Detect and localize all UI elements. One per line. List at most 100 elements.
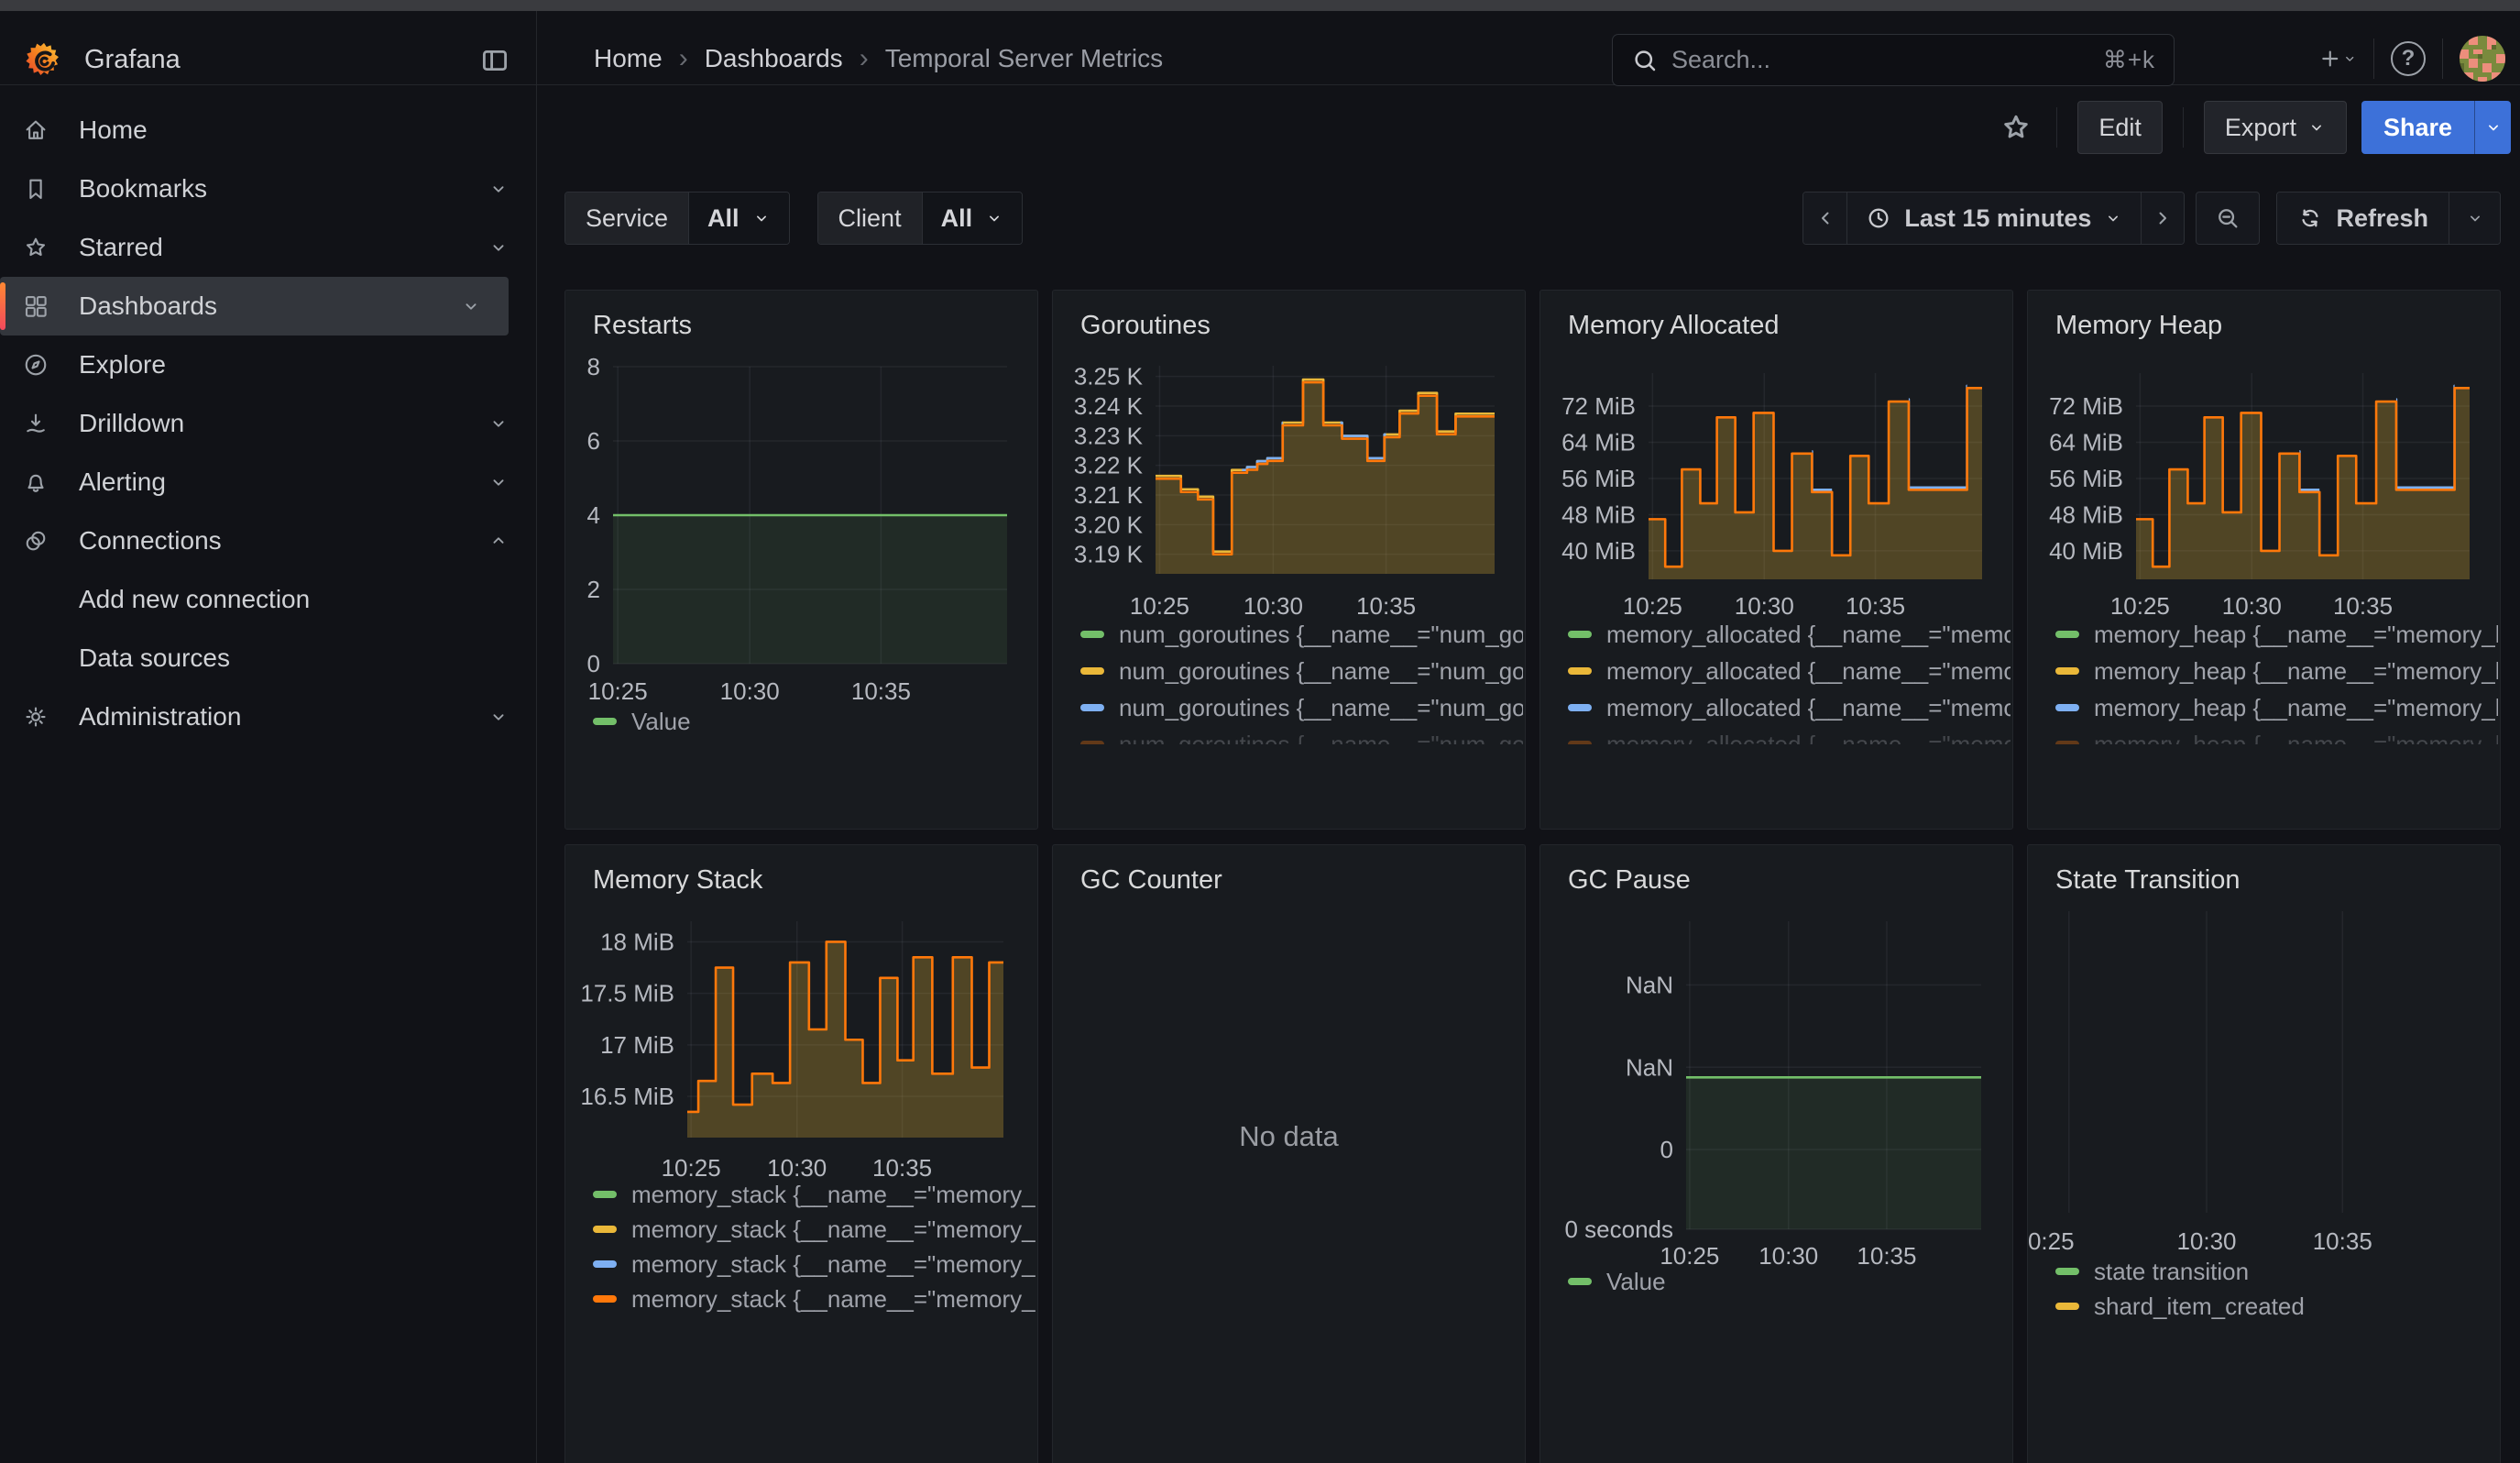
sidebar-item-home[interactable]: Home: [0, 101, 536, 160]
zoom-out-button[interactable]: [2196, 192, 2260, 245]
legend-series-label[interactable]: memory_stack {__name__="memory_s: [631, 1250, 1035, 1279]
panel-title[interactable]: Memory Heap: [2055, 311, 2222, 341]
variable-value-dropdown[interactable]: All: [689, 192, 789, 244]
sidebar-item-data-sources[interactable]: Data sources: [0, 629, 536, 688]
help-icon[interactable]: ?: [2391, 41, 2426, 76]
sidebar-item-drilldown[interactable]: Drilldown: [0, 394, 536, 453]
search-field[interactable]: [1671, 46, 2090, 74]
legend-series-label[interactable]: num_goroutines {__name__="num_go: [1119, 657, 1523, 686]
sidebar-item-dashboards[interactable]: Dashboards: [0, 277, 509, 336]
legend-item[interactable]: Value: [1568, 1263, 2011, 1300]
panel-title[interactable]: GC Counter: [1080, 865, 1222, 896]
legend-series-color[interactable]: [1080, 631, 1104, 638]
legend-item[interactable]: shard_item_created: [2055, 1289, 2498, 1324]
panel-title[interactable]: Memory Allocated: [1568, 311, 1780, 341]
legend-item[interactable]: num_goroutines {__name__="num_go: [1080, 616, 1523, 653]
export-button[interactable]: Export: [2204, 101, 2347, 154]
legend-series-label[interactable]: memory_allocated {__name__="memo: [1606, 694, 2011, 722]
legend-series-label[interactable]: memory_heap {__name__="memory_h: [2094, 657, 2498, 686]
legend-item[interactable]: num_goroutines {__name__="num_go: [1080, 653, 1523, 689]
legend-item[interactable]: memory_stack {__name__="memory_s: [593, 1247, 1035, 1282]
legend-series-label[interactable]: memory_allocated {__name__="memo: [1606, 621, 2011, 649]
legend-series-label[interactable]: memory_stack {__name__="memory_s: [631, 1181, 1035, 1209]
legend-item[interactable]: num_goroutines {__name__="num_go: [1080, 726, 1523, 744]
legend-series-color[interactable]: [1568, 631, 1592, 638]
legend-series-color[interactable]: [1080, 667, 1104, 675]
legend-series-label[interactable]: memory_stack {__name__="memory_s: [631, 1285, 1035, 1314]
legend-item[interactable]: memory_heap {__name__="memory_h: [2055, 653, 2498, 689]
breadcrumb-item-dashboards[interactable]: Dashboards: [705, 44, 843, 73]
legend-item[interactable]: memory_stack {__name__="memory_s: [593, 1282, 1035, 1316]
legend-series-label[interactable]: num_goroutines {__name__="num_go: [1119, 621, 1523, 649]
chevron-down-icon[interactable]: [461, 296, 481, 316]
chevron-up-icon[interactable]: [488, 531, 509, 551]
sidebar-toggle-icon[interactable]: [477, 42, 513, 79]
legend-series-color[interactable]: [593, 1191, 617, 1198]
legend-series-color[interactable]: [593, 1226, 617, 1233]
panel-title[interactable]: Memory Stack: [593, 865, 762, 896]
variable-service[interactable]: ServiceAll: [564, 192, 790, 245]
legend-item[interactable]: memory_stack {__name__="memory_s: [593, 1212, 1035, 1247]
panel-title[interactable]: Goroutines: [1080, 311, 1211, 341]
legend-series-color[interactable]: [1568, 1278, 1592, 1285]
variable-client[interactable]: ClientAll: [817, 192, 1024, 245]
legend-series-label[interactable]: Value: [631, 708, 691, 736]
share-button[interactable]: Share: [2361, 101, 2474, 154]
legend-series-color[interactable]: [2055, 704, 2079, 711]
panel-title[interactable]: GC Pause: [1568, 865, 1691, 896]
legend-series-color[interactable]: [2055, 741, 2079, 744]
legend-series-label[interactable]: state transition: [2094, 1258, 2249, 1286]
legend-series-color[interactable]: [2055, 1303, 2079, 1310]
sidebar-item-connections[interactable]: Connections: [0, 512, 536, 570]
legend-series-color[interactable]: [593, 1295, 617, 1303]
legend-item[interactable]: memory_allocated {__name__="memo: [1568, 726, 2011, 744]
legend-series-color[interactable]: [2055, 1268, 2079, 1275]
legend-series-color[interactable]: [1080, 741, 1104, 744]
legend-series-label[interactable]: num_goroutines {__name__="num_go: [1119, 694, 1523, 722]
sidebar-item-administration[interactable]: Administration: [0, 688, 536, 746]
chevron-down-icon[interactable]: [488, 472, 509, 492]
legend-series-color[interactable]: [1568, 667, 1592, 675]
legend-item[interactable]: num_goroutines {__name__="num_go: [1080, 689, 1523, 726]
panel-title[interactable]: Restarts: [593, 311, 692, 341]
chevron-down-icon[interactable]: [488, 413, 509, 434]
chevron-down-icon[interactable]: [488, 707, 509, 727]
time-shift-back-button[interactable]: [1803, 192, 1846, 244]
legend-series-label[interactable]: memory_heap {__name__="memory_h: [2094, 694, 2498, 722]
panel-title[interactable]: State Transition: [2055, 865, 2241, 896]
legend-series-label[interactable]: memory_heap {__name__="memory_h: [2094, 621, 2498, 649]
refresh-button[interactable]: Refresh: [2277, 192, 2449, 244]
legend-series-color[interactable]: [593, 1260, 617, 1268]
star-dashboard-icon[interactable]: [1996, 107, 2036, 148]
legend-item[interactable]: state transition: [2055, 1254, 2498, 1289]
user-avatar[interactable]: [2460, 36, 2505, 82]
sidebar-item-explore[interactable]: Explore: [0, 336, 536, 394]
legend-item[interactable]: memory_heap {__name__="memory_h: [2055, 726, 2498, 744]
legend-series-color[interactable]: [1080, 704, 1104, 711]
legend-series-color[interactable]: [1568, 704, 1592, 711]
legend-item[interactable]: memory_allocated {__name__="memo: [1568, 616, 2011, 653]
search-input[interactable]: ⌘+k: [1612, 34, 2175, 86]
legend-item[interactable]: memory_heap {__name__="memory_h: [2055, 689, 2498, 726]
legend-series-color[interactable]: [2055, 667, 2079, 675]
legend-item[interactable]: memory_allocated {__name__="memo: [1568, 689, 2011, 726]
legend-series-color[interactable]: [1568, 741, 1592, 744]
time-range-picker[interactable]: Last 15 minutes: [1846, 192, 2141, 244]
legend-series-label[interactable]: memory_stack {__name__="memory_s: [631, 1216, 1035, 1244]
legend-series-label[interactable]: num_goroutines {__name__="num_go: [1119, 731, 1523, 745]
breadcrumb-item-home[interactable]: Home: [594, 44, 663, 73]
sidebar-item-bookmarks[interactable]: Bookmarks: [0, 160, 536, 218]
edit-button[interactable]: Edit: [2077, 101, 2163, 154]
legend-series-label[interactable]: shard_item_created: [2094, 1292, 2305, 1321]
legend-series-label[interactable]: memory_allocated {__name__="memo: [1606, 657, 2011, 686]
share-dropdown-button[interactable]: [2474, 101, 2511, 154]
legend-series-color[interactable]: [593, 718, 617, 725]
sidebar-item-alerting[interactable]: Alerting: [0, 453, 536, 512]
legend-item[interactable]: memory_allocated {__name__="memo: [1568, 653, 2011, 689]
chevron-down-icon[interactable]: [488, 237, 509, 258]
sidebar-item-starred[interactable]: Starred: [0, 218, 536, 277]
legend-item[interactable]: memory_stack {__name__="memory_s: [593, 1177, 1035, 1212]
time-shift-forward-button[interactable]: [2141, 192, 2184, 244]
legend-item[interactable]: Value: [593, 703, 1035, 740]
refresh-interval-button[interactable]: [2449, 192, 2500, 244]
